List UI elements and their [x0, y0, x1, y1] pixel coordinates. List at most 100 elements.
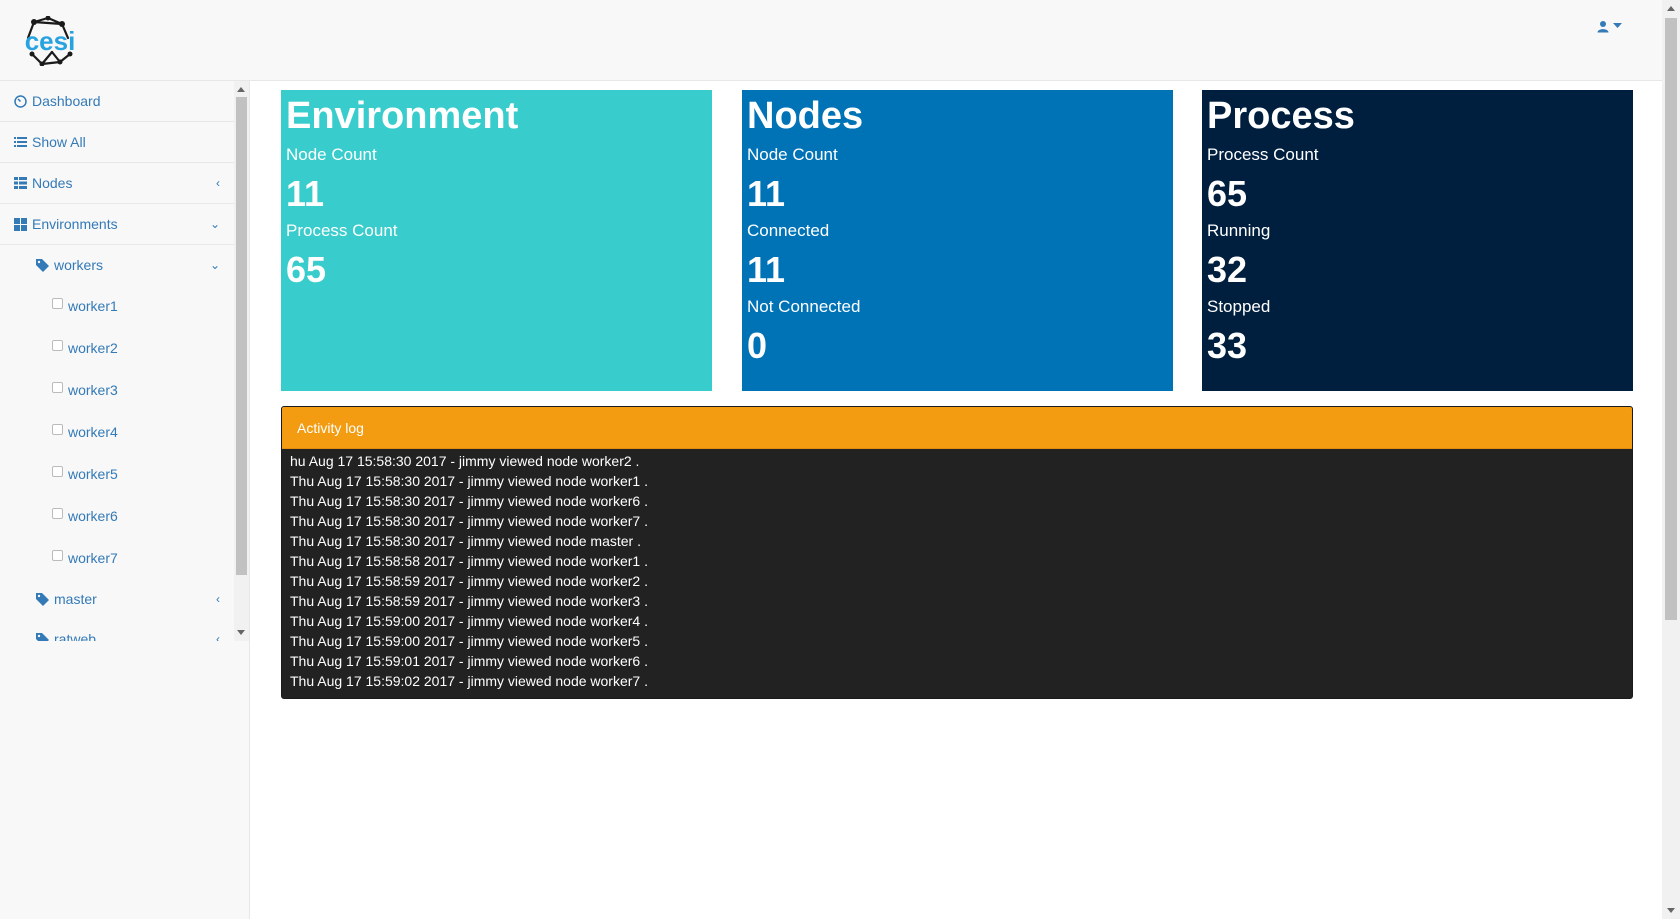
nodes-card: Nodes Node Count 11 Connected 11 Not Con… [742, 90, 1173, 391]
node-count-value: 11 [747, 173, 786, 214]
sidebar-item-worker6[interactable]: worker6 [0, 495, 234, 537]
sidebar-item-label: Dashboard [32, 93, 101, 109]
worker-label: worker6 [68, 508, 118, 524]
sidebar-item-environments[interactable]: Environments ⌄ [0, 204, 234, 245]
stopped-value: 33 [1207, 325, 1248, 366]
log-entry: Thu Aug 17 15:58:59 2017 - jimmy viewed … [290, 573, 648, 589]
process-card: Process Process Count 65 Running 32 Stop… [1202, 90, 1633, 391]
sidebar-item-label: Environments [32, 216, 118, 232]
sidebar-group-ratweb[interactable]: ratweb ‹ [0, 619, 234, 641]
checkbox[interactable] [52, 423, 63, 435]
checkbox[interactable] [52, 549, 63, 561]
scrollbar-thumb[interactable] [236, 97, 247, 575]
sidebar-group-label: workers [54, 257, 104, 273]
log-entry: Thu Aug 17 15:58:30 2017 - jimmy viewed … [290, 533, 641, 549]
worker-label: worker2 [68, 340, 118, 356]
connected-label: Connected [747, 221, 830, 240]
card-title: Process [1207, 95, 1355, 137]
sidebar-scrollbar[interactable] [234, 81, 249, 641]
card-title: Nodes [747, 95, 864, 137]
process-count-label: Process Count [1207, 145, 1319, 164]
scrollbar-thumb[interactable] [1665, 18, 1677, 620]
user-icon [1597, 20, 1609, 32]
tag-icon [36, 632, 54, 641]
log-entry: Thu Aug 17 15:59:02 2017 - jimmy viewed … [290, 673, 648, 689]
stopped-label: Stopped [1207, 297, 1271, 316]
worker-label: worker7 [68, 550, 118, 566]
sidebar-item-worker4[interactable]: worker4 [0, 411, 234, 453]
not-connected-value: 0 [747, 325, 768, 366]
chevron-left-icon: ‹ [216, 632, 220, 641]
sidebar-item-label: Nodes [32, 175, 73, 191]
worker-label: worker1 [68, 298, 118, 314]
sidebar-item-worker1[interactable]: worker1 [0, 285, 234, 327]
tag-icon [36, 258, 54, 272]
worker-label: worker4 [68, 424, 118, 440]
checkbox[interactable] [52, 381, 63, 393]
log-entry: Thu Aug 17 15:59:00 2017 - jimmy viewed … [290, 633, 648, 649]
scroll-down-arrow-icon[interactable] [1667, 908, 1675, 913]
scroll-up-arrow-icon[interactable] [237, 87, 245, 92]
log-entry: hu Aug 17 15:58:30 2017 - jimmy viewed n… [290, 453, 640, 469]
running-label: Running [1207, 221, 1271, 240]
svg-text:cesi: cesi [25, 26, 76, 56]
log-entry: Thu Aug 17 15:58:30 2017 - jimmy viewed … [290, 493, 648, 509]
checkbox[interactable] [52, 465, 63, 477]
sidebar-nav: Dashboard Show All Nodes ‹ Environments … [0, 81, 234, 641]
chevron-left-icon: ‹ [216, 592, 220, 606]
chevron-down-icon: ⌄ [209, 258, 220, 272]
cesi-logo[interactable]: cesi [18, 16, 82, 66]
user-menu[interactable] [1597, 16, 1622, 36]
worker-label: worker5 [68, 466, 118, 482]
sidebar-item-worker7[interactable]: worker7 [0, 537, 234, 579]
log-entry: Thu Aug 17 15:58:30 2017 - jimmy viewed … [290, 473, 648, 489]
list-icon [14, 136, 32, 148]
process-count-label: Process Count [286, 221, 398, 240]
log-entry: Thu Aug 17 15:58:58 2017 - jimmy viewed … [290, 553, 648, 569]
caret-down-icon [1613, 23, 1622, 28]
sidebar-item-worker5[interactable]: worker5 [0, 453, 234, 495]
checkbox[interactable] [52, 297, 63, 309]
log-entry: Thu Aug 17 15:59:00 2017 - jimmy viewed … [290, 613, 648, 629]
table-icon [14, 177, 32, 189]
not-connected-label: Not Connected [747, 297, 861, 316]
sidebar-group-label: master [54, 591, 97, 607]
checkbox[interactable] [52, 507, 63, 519]
sidebar-item-nodes[interactable]: Nodes ‹ [0, 163, 234, 204]
checkbox[interactable] [52, 339, 63, 351]
activity-log-title: Activity log [282, 407, 1632, 449]
sidebar-group-label: ratweb [54, 631, 97, 641]
sidebar-group-master[interactable]: master ‹ [0, 579, 234, 619]
top-navbar: cesi [0, 0, 1662, 81]
node-count-label: Node Count [747, 145, 838, 164]
card-title: Environment [286, 95, 519, 137]
sidebar: Dashboard Show All Nodes ‹ Environments … [0, 81, 250, 919]
process-count-value: 65 [1207, 173, 1248, 214]
log-entry: Thu Aug 17 15:59:01 2017 - jimmy viewed … [290, 653, 648, 669]
sidebar-item-label: Show All [32, 134, 86, 150]
sidebar-item-worker2[interactable]: worker2 [0, 327, 234, 369]
node-count-value: 11 [286, 173, 325, 214]
activity-log-list: hu Aug 17 15:58:30 2017 - jimmy viewed n… [282, 449, 1632, 693]
sidebar-item-dashboard[interactable]: Dashboard [0, 81, 234, 122]
page-scrollbar[interactable] [1662, 0, 1680, 919]
scroll-down-arrow-icon[interactable] [237, 630, 245, 635]
node-count-label: Node Count [286, 145, 377, 164]
sidebar-item-worker3[interactable]: worker3 [0, 369, 234, 411]
tag-icon [36, 592, 54, 606]
dashboard-icon [14, 94, 32, 108]
scroll-up-arrow-icon[interactable] [1667, 6, 1675, 11]
worker-label: worker3 [68, 382, 118, 398]
log-entry: Thu Aug 17 15:58:30 2017 - jimmy viewed … [290, 513, 648, 529]
connected-value: 11 [747, 249, 786, 290]
process-count-value: 65 [286, 249, 327, 290]
chevron-down-icon: ⌄ [209, 217, 220, 231]
sidebar-item-show-all[interactable]: Show All [0, 122, 234, 163]
grid-icon [14, 217, 32, 231]
activity-log-panel: Activity log hu Aug 17 15:58:30 2017 - j… [281, 406, 1633, 699]
sidebar-group-workers[interactable]: workers ⌄ [0, 245, 234, 285]
chevron-left-icon: ‹ [216, 176, 220, 190]
environment-card: Environment Node Count 11 Process Count … [281, 90, 712, 391]
running-value: 32 [1207, 249, 1248, 290]
log-entry: Thu Aug 17 15:58:59 2017 - jimmy viewed … [290, 593, 648, 609]
